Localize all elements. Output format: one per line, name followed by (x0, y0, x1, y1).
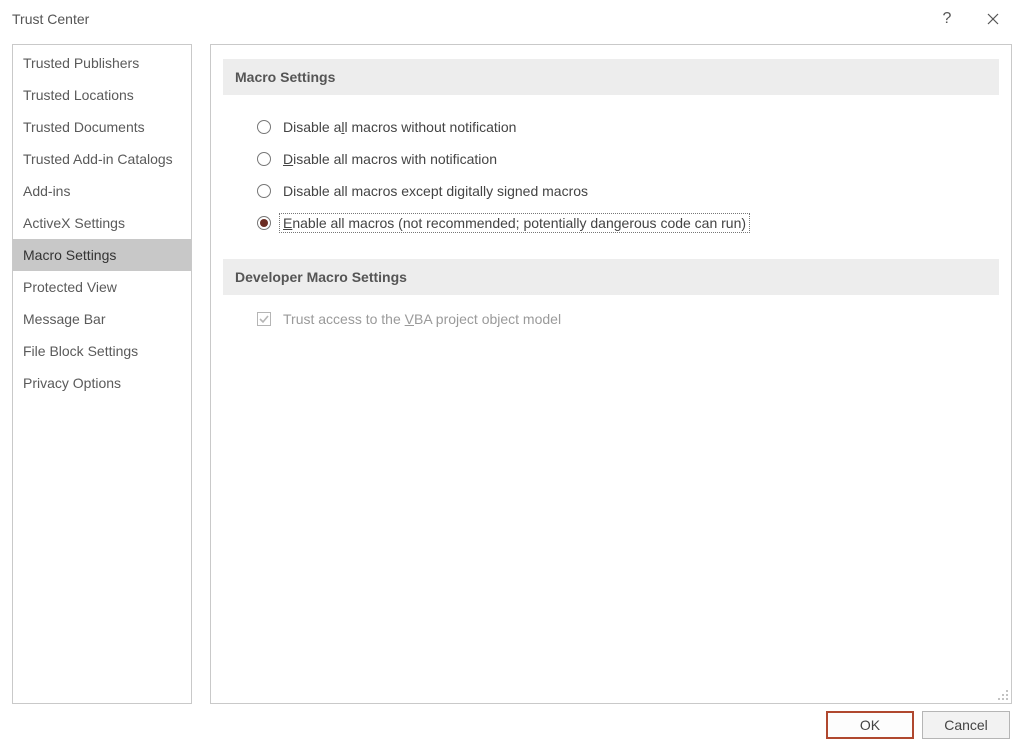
close-button[interactable] (970, 4, 1016, 34)
resize-grip[interactable] (995, 687, 1009, 701)
macro-settings-heading: Macro Settings (223, 59, 999, 95)
sidebar-item-macro-settings[interactable]: Macro Settings (13, 239, 191, 271)
sidebar-item-protected-view[interactable]: Protected View (13, 271, 191, 303)
sidebar-item-file-block-settings[interactable]: File Block Settings (13, 335, 191, 367)
radio-icon (257, 216, 271, 230)
dialog-footer: OK Cancel (0, 704, 1024, 756)
cancel-button[interactable]: Cancel (922, 711, 1010, 739)
developer-macro-settings-section: Developer Macro Settings Trust access to… (223, 259, 999, 327)
sidebar-item-addins[interactable]: Add-ins (13, 175, 191, 207)
settings-pane: Macro Settings Disable all macros withou… (210, 44, 1012, 704)
help-icon: ? (943, 10, 952, 28)
titlebar: Trust Center ? (0, 0, 1024, 38)
trust-center-dialog: Trust Center ? Trusted Publishers Truste… (0, 0, 1024, 756)
macro-settings-radio-group: Disable all macros without notification … (223, 111, 999, 257)
checkbox-trust-vba-access: Trust access to the VBA project object m… (223, 311, 999, 327)
radio-icon (257, 152, 271, 166)
radio-disable-with-notification[interactable]: Disable all macros with notification (257, 143, 999, 175)
close-icon (987, 13, 999, 25)
radio-label: Disable all macros with notification (283, 151, 497, 167)
developer-macro-settings-heading: Developer Macro Settings (223, 259, 999, 295)
checkbox-icon (257, 312, 271, 326)
sidebar-item-message-bar[interactable]: Message Bar (13, 303, 191, 335)
window-title: Trust Center (12, 11, 89, 27)
category-sidebar: Trusted Publishers Trusted Locations Tru… (12, 44, 192, 704)
resize-grip-icon (995, 687, 1009, 701)
sidebar-item-trusted-documents[interactable]: Trusted Documents (13, 111, 191, 143)
radio-icon (257, 120, 271, 134)
radio-label: Disable all macros except digitally sign… (283, 183, 588, 199)
radio-icon (257, 184, 271, 198)
check-icon (259, 314, 269, 324)
ok-button[interactable]: OK (826, 711, 914, 739)
content-area: Trusted Publishers Trusted Locations Tru… (0, 38, 1024, 704)
radio-disable-except-signed[interactable]: Disable all macros except digitally sign… (257, 175, 999, 207)
help-button[interactable]: ? (924, 4, 970, 34)
radio-label: Disable all macros without notification (283, 119, 516, 135)
radio-enable-all-macros[interactable]: Enable all macros (not recommended; pote… (257, 207, 999, 239)
sidebar-item-activex-settings[interactable]: ActiveX Settings (13, 207, 191, 239)
sidebar-item-privacy-options[interactable]: Privacy Options (13, 367, 191, 399)
sidebar-item-trusted-publishers[interactable]: Trusted Publishers (13, 47, 191, 79)
checkbox-label: Trust access to the VBA project object m… (283, 311, 561, 327)
radio-label: Enable all macros (not recommended; pote… (279, 213, 750, 233)
radio-disable-without-notification[interactable]: Disable all macros without notification (257, 111, 999, 143)
sidebar-item-trusted-locations[interactable]: Trusted Locations (13, 79, 191, 111)
sidebar-item-trusted-addin-catalogs[interactable]: Trusted Add-in Catalogs (13, 143, 191, 175)
